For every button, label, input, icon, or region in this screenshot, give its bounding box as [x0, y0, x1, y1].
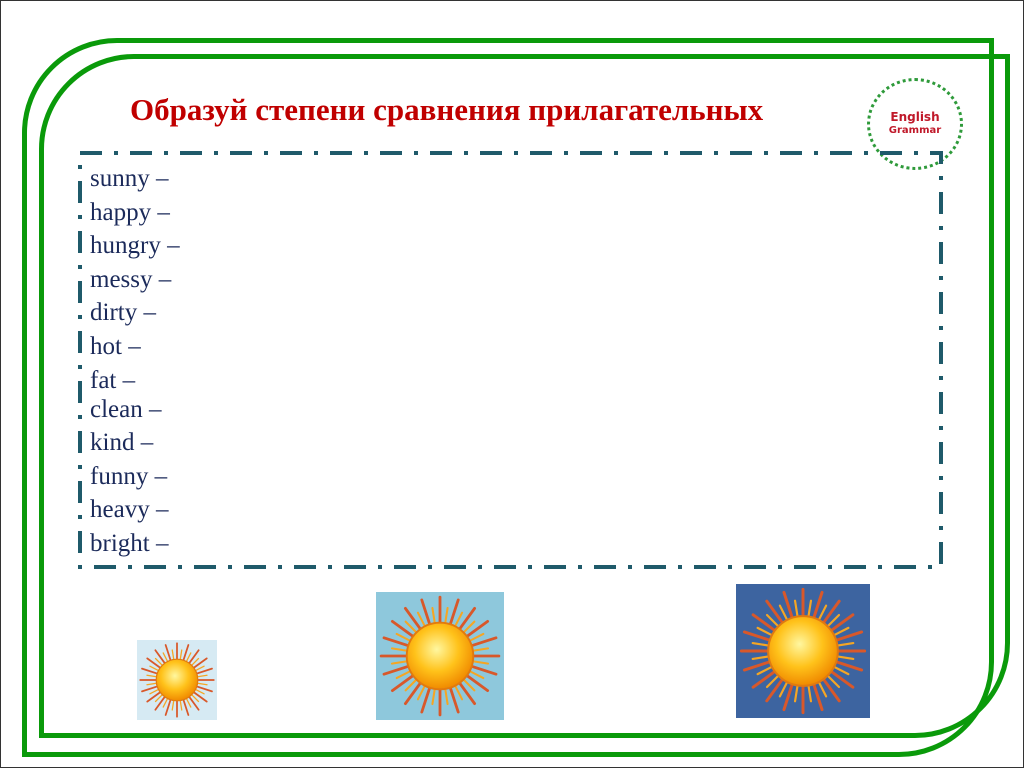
sun-ray [829, 613, 855, 632]
list-item: clean – [90, 395, 162, 423]
sun-ray [765, 677, 784, 703]
list-item: bright – [90, 529, 169, 557]
sun-ray [431, 687, 436, 706]
sun-ray [832, 626, 850, 637]
sun-ray [822, 677, 841, 703]
sun-ray [465, 619, 490, 638]
sun-ray [468, 670, 485, 680]
sun-ray [192, 691, 208, 703]
sun-ray [444, 687, 449, 706]
badge-line-grammar: Grammar [888, 125, 942, 136]
sun-ray [807, 599, 813, 618]
sun-ray [836, 655, 855, 661]
sun-image-medium [376, 592, 504, 720]
sun-ray [154, 649, 166, 665]
sun-ray [395, 670, 412, 680]
dash-dot-border [78, 151, 943, 569]
sun-ray [194, 665, 205, 672]
sun-ray [765, 599, 784, 625]
sun-image-small [137, 640, 217, 720]
badge-line-english: English [890, 110, 940, 124]
sun-ray [807, 684, 813, 703]
sun-ray [751, 613, 777, 632]
sun-disc [767, 615, 839, 687]
sun-icon [739, 587, 867, 715]
sun-ray [192, 657, 208, 669]
sun-ray [471, 660, 490, 665]
sun-ray [196, 674, 208, 678]
sun-ray [188, 695, 200, 711]
sun-ray [471, 647, 490, 652]
sun-ray [390, 619, 415, 638]
sun-ray [778, 680, 789, 698]
list-item: happy – [90, 198, 170, 226]
list-item: messy – [90, 265, 172, 293]
sun-ray [756, 626, 774, 637]
sun-ray [390, 660, 409, 665]
sun-ray [171, 649, 175, 661]
sun-ray [188, 649, 200, 665]
sun-disc [155, 658, 199, 702]
sun-ray [836, 641, 855, 647]
sun-ray [778, 604, 789, 622]
sun-ray [454, 611, 464, 628]
sun-ray [458, 606, 477, 631]
sun-ray [751, 641, 770, 647]
sun-ray [751, 670, 777, 689]
sun-ray [171, 699, 175, 711]
list-item: hungry – [90, 232, 180, 260]
sun-ray [416, 611, 426, 628]
sun-disc [405, 621, 475, 691]
sun-ray [829, 670, 855, 689]
list-item: hot – [90, 332, 141, 360]
sun-ray [751, 655, 770, 661]
list-item: fat – [90, 366, 136, 394]
sun-ray [444, 606, 449, 625]
sun-ray [395, 632, 412, 642]
adjective-list: sunny – happy – hungry – messy – dirty –… [90, 162, 180, 561]
sun-ray [822, 599, 841, 625]
sun-ray [832, 665, 850, 676]
sun-ray [817, 604, 828, 622]
sun-ray [149, 665, 160, 672]
sun-ray [162, 652, 169, 663]
list-item: funny – [90, 462, 168, 490]
sun-ray [185, 697, 192, 708]
sun-ray [454, 684, 464, 701]
sun-ray [817, 680, 828, 698]
sun-ray [196, 682, 208, 686]
sun-ray [390, 674, 415, 693]
slide-title: Образуй степени сравнения прилагательных [130, 92, 764, 127]
sun-ray [185, 652, 192, 663]
sun-image-large [736, 584, 870, 718]
sun-ray [465, 674, 490, 693]
sun-ray [431, 606, 436, 625]
sun-ray [793, 684, 799, 703]
sun-ray [146, 691, 162, 703]
word-list-box [78, 151, 943, 569]
sun-ray [793, 599, 799, 618]
list-item: dirty – [90, 299, 156, 327]
sun-icon [379, 595, 501, 717]
sun-ray [146, 682, 158, 686]
sun-ray [154, 695, 166, 711]
sun-ray [146, 674, 158, 678]
list-item: kind – [90, 429, 154, 457]
sun-icon [139, 642, 215, 718]
sun-ray [468, 632, 485, 642]
sun-ray [756, 665, 774, 676]
sun-ray [403, 606, 422, 631]
sun-ray [179, 649, 183, 661]
sun-ray [416, 684, 426, 701]
sun-ray [162, 697, 169, 708]
sun-ray [403, 681, 422, 706]
list-item: sunny – [90, 165, 169, 192]
sun-ray [390, 647, 409, 652]
sun-ray [149, 688, 160, 695]
list-item: heavy – [90, 496, 169, 524]
sun-ray [194, 688, 205, 695]
sun-ray [458, 681, 477, 706]
sun-ray [179, 699, 183, 711]
sun-ray [146, 657, 162, 669]
